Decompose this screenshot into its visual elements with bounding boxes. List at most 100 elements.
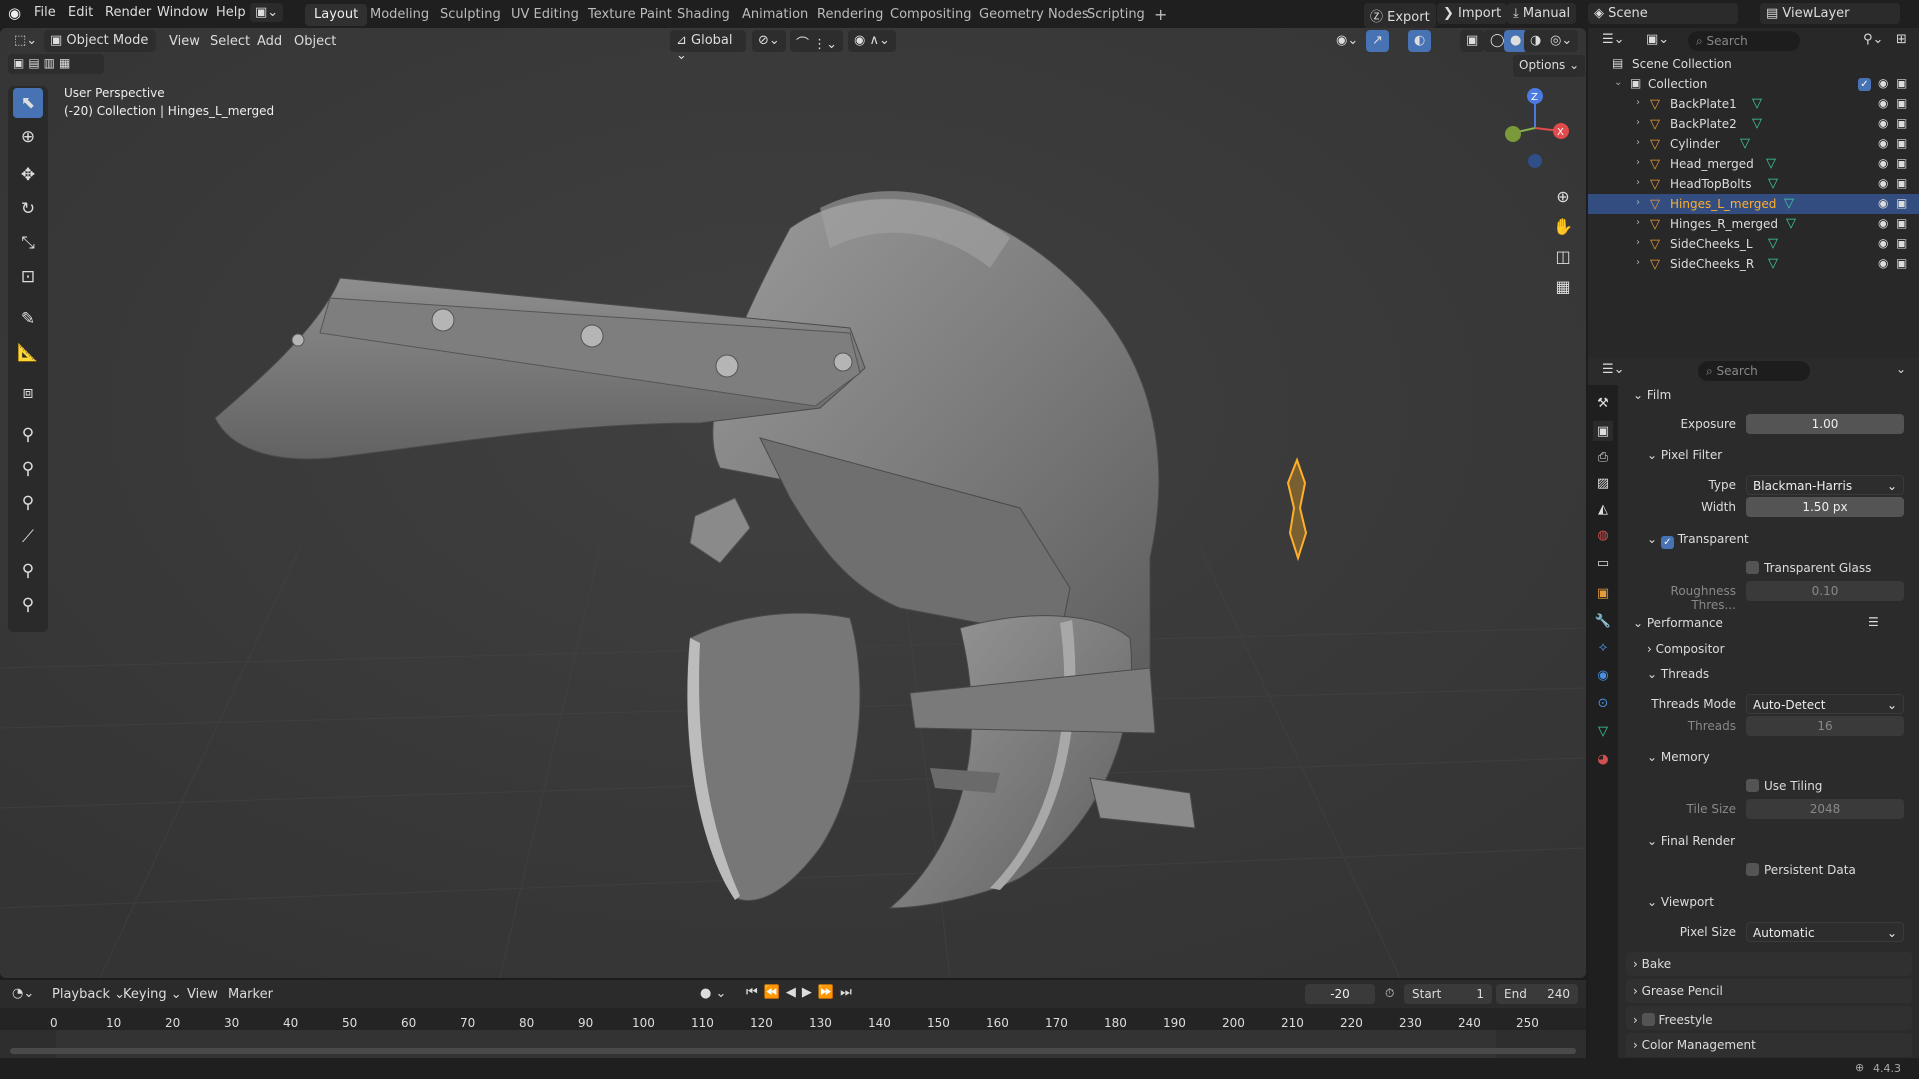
memory-section[interactable]: ⌄ Memory xyxy=(1647,750,1710,764)
properties-editor-icon[interactable]: ☰⌄ xyxy=(1602,362,1625,377)
tab-animation[interactable]: Animation xyxy=(733,4,817,26)
tab-rendering[interactable]: Rendering xyxy=(808,4,892,26)
scene-selector[interactable]: ◈ Scene xyxy=(1588,3,1738,24)
outliner-row-cylinder[interactable]: › ▽ Cylinder ▽ ◉ ▣ xyxy=(1588,134,1919,154)
knife-tool-2-icon[interactable]: ⚲ xyxy=(13,454,43,484)
mode-dropdown[interactable]: ▣ Object Mode ⌄ xyxy=(44,30,156,63)
outliner-row-headtopbolts[interactable]: › ▽ HeadTopBolts ▽ ◉ ▣ xyxy=(1588,174,1919,194)
knife-tool-1-icon[interactable]: ⚲ xyxy=(13,420,43,450)
collection-row[interactable]: ⌄ ▣ Collection ✓ ◉ ▣ xyxy=(1588,74,1919,94)
menu-window[interactable]: Window xyxy=(157,5,208,20)
eye-icon[interactable]: ◉ xyxy=(1878,156,1888,170)
transform-orientation-dropdown[interactable]: ⊿ Global ⌄ xyxy=(670,30,746,63)
visibility-icon[interactable]: ◉⌄ xyxy=(1330,30,1364,52)
menu-edit[interactable]: Edit xyxy=(68,5,93,20)
display-mode-icon[interactable]: ▣⌄ xyxy=(1646,32,1669,47)
outliner-row-head-merged[interactable]: › ▽ Head_merged ▽ ◉ ▣ xyxy=(1588,154,1919,174)
particles-tab-icon[interactable]: ⟡ xyxy=(1593,637,1613,657)
camera-icon[interactable]: ▣ xyxy=(1896,196,1907,210)
timeline-scrollbar[interactable] xyxy=(10,1048,1576,1054)
select-mode-icons[interactable]: ▣▤▥▦ xyxy=(8,54,104,74)
filter-type-dropdown[interactable]: Blackman-Harris ⌄ xyxy=(1746,475,1904,495)
mesh-data-icon[interactable]: ▽ xyxy=(1768,256,1778,271)
manual-button[interactable]: ⤓ Manual xyxy=(1507,3,1577,24)
expand-arrow-icon[interactable]: › xyxy=(1636,97,1640,108)
pixel-size-dropdown[interactable]: Automatic ⌄ xyxy=(1746,922,1904,942)
camera-icon[interactable]: ▣ xyxy=(1896,256,1907,270)
add-workspace-icon[interactable]: + xyxy=(1145,2,1176,24)
world-tab-icon[interactable]: ◍ xyxy=(1593,525,1613,545)
editor-type-3d-icon[interactable]: ⬚⌄ xyxy=(8,30,43,52)
mesh-data-icon[interactable]: ▽ xyxy=(1784,196,1794,211)
proportional-editing-icon[interactable]: ◉ ∧⌄ xyxy=(848,30,896,52)
scale-icon[interactable]: ⤡ xyxy=(13,228,43,258)
threads-mode-dropdown[interactable]: Auto-Detect ⌄ xyxy=(1746,694,1904,714)
export-button[interactable]: Ⓩ Export xyxy=(1364,3,1436,28)
scene-collection-row[interactable]: ▤ Scene Collection xyxy=(1588,54,1919,74)
mesh-data-icon[interactable]: ▽ xyxy=(1786,216,1796,231)
render-tab-icon[interactable]: ▣ xyxy=(1593,421,1613,441)
exposure-field[interactable]: 1.00 xyxy=(1746,414,1904,434)
physics-tab-icon[interactable]: ◉ xyxy=(1593,665,1613,685)
timeline-view-menu[interactable]: View xyxy=(187,987,218,1002)
camera-icon[interactable]: ▣ xyxy=(1896,156,1907,170)
menu-help[interactable]: Help xyxy=(216,5,246,20)
film-section[interactable]: ⌄ Film xyxy=(1633,388,1671,402)
timeline-editor-icon[interactable]: ◔⌄ xyxy=(12,986,34,1001)
expand-arrow-icon[interactable]: › xyxy=(1636,157,1640,168)
eye-icon[interactable]: ◉ xyxy=(1878,116,1888,130)
outliner-row-backplate2[interactable]: › ▽ BackPlate2 ▽ ◉ ▣ xyxy=(1588,114,1919,134)
camera-icon[interactable]: ▣ xyxy=(1896,76,1907,90)
tab-compositing[interactable]: Compositing xyxy=(881,4,981,26)
material-tab-icon[interactable]: ◕ xyxy=(1593,749,1613,769)
camera-icon[interactable]: ▣ xyxy=(1896,96,1907,110)
overlay-toggle-icon[interactable]: ◐ xyxy=(1408,30,1432,52)
tab-uv-editing[interactable]: UV Editing xyxy=(502,4,588,26)
rotate-icon[interactable]: ↻ xyxy=(13,194,43,224)
3d-viewport[interactable]: ⬚⌄ ▣ Object Mode ⌄ View Select Add Objec… xyxy=(0,28,1586,978)
move-icon[interactable]: ✥ xyxy=(13,160,43,190)
point-tool-icon[interactable]: ⚲ xyxy=(13,556,43,586)
scene-tab-icon[interactable]: ◭ xyxy=(1593,499,1613,519)
new-collection-icon[interactable]: ⊞ xyxy=(1896,32,1907,47)
expand-arrow-icon[interactable]: › xyxy=(1636,117,1640,128)
menu-add[interactable]: Add xyxy=(257,34,282,49)
tab-shading[interactable]: Shading xyxy=(668,4,739,26)
tab-layout[interactable]: Layout xyxy=(305,4,368,26)
knife-tool-3-icon[interactable]: ⚲ xyxy=(13,488,43,518)
view-layer-tab-icon[interactable]: ▨ xyxy=(1593,473,1613,493)
eye-icon[interactable]: ◉ xyxy=(1878,136,1888,150)
outliner-row-hinges-r-merged[interactable]: › ▽ Hinges_R_merged ▽ ◉ ▣ xyxy=(1588,214,1919,234)
keying-menu[interactable]: Keying ⌄ xyxy=(123,987,182,1002)
viewlayer-selector[interactable]: ▤ ViewLayer xyxy=(1760,3,1900,24)
start-frame-field[interactable]: Start 1 xyxy=(1404,984,1492,1004)
collection-checkbox[interactable]: ✓ xyxy=(1858,78,1871,91)
menu-select[interactable]: Select xyxy=(210,34,250,49)
mesh-data-icon[interactable]: ▽ xyxy=(1752,96,1762,111)
viewport-section[interactable]: ⌄ Viewport xyxy=(1647,895,1714,909)
properties-search-input[interactable]: ⌕ Search xyxy=(1698,361,1810,381)
marker-menu[interactable]: Marker xyxy=(228,987,273,1002)
camera-icon[interactable]: ▣ xyxy=(1896,176,1907,190)
record-icon[interactable]: ● ⌄ xyxy=(700,986,726,1001)
xray-icon[interactable]: ▣ xyxy=(1460,30,1485,52)
transparent-checkbox[interactable]: ✓ xyxy=(1660,536,1674,549)
current-frame-field[interactable]: -20 xyxy=(1305,984,1375,1004)
blender-logo-icon[interactable]: ◉ xyxy=(8,4,21,22)
end-frame-field[interactable]: End 240 xyxy=(1496,984,1578,1004)
ortho-grid-icon[interactable]: ▦ xyxy=(1549,272,1577,300)
outliner-search-input[interactable]: ⌕ Search xyxy=(1688,31,1800,51)
mesh-data-icon[interactable]: ▽ xyxy=(1740,136,1750,151)
camera-icon[interactable]: ▣ xyxy=(1896,236,1907,250)
camera-view-icon[interactable]: ◫ xyxy=(1549,242,1577,270)
tool-tab-icon[interactable]: ⚒ xyxy=(1593,393,1613,413)
transparent-section[interactable]: ⌄ ✓ Transparent xyxy=(1647,532,1749,549)
line-tool-icon[interactable]: ⟋ xyxy=(13,522,43,552)
menu-object[interactable]: Object xyxy=(294,34,336,49)
filter-icon[interactable]: ⚲⌄ xyxy=(1863,32,1883,47)
menu-view[interactable]: View xyxy=(169,34,200,49)
gizmo-toggle-icon[interactable]: ↗ xyxy=(1366,30,1389,52)
snap-icon[interactable]: ⌒ ⋮⌄ xyxy=(790,30,844,52)
mesh-data-icon[interactable]: ▽ xyxy=(1766,156,1776,171)
eye-icon[interactable]: ◉ xyxy=(1878,96,1888,110)
